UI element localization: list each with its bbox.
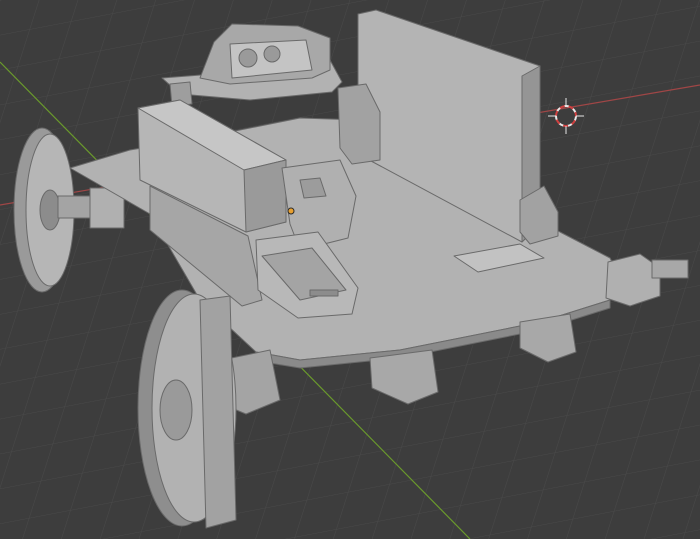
scene-canvas[interactable] — [0, 0, 700, 539]
sensor-eye-right — [263, 45, 281, 63]
sensor-eye-left — [238, 48, 258, 68]
front-bay-slot — [309, 289, 339, 297]
object-origin-dot — [287, 207, 295, 215]
right-front-wheel[interactable] — [137, 289, 237, 529]
3d-viewport[interactable] — [0, 0, 700, 539]
